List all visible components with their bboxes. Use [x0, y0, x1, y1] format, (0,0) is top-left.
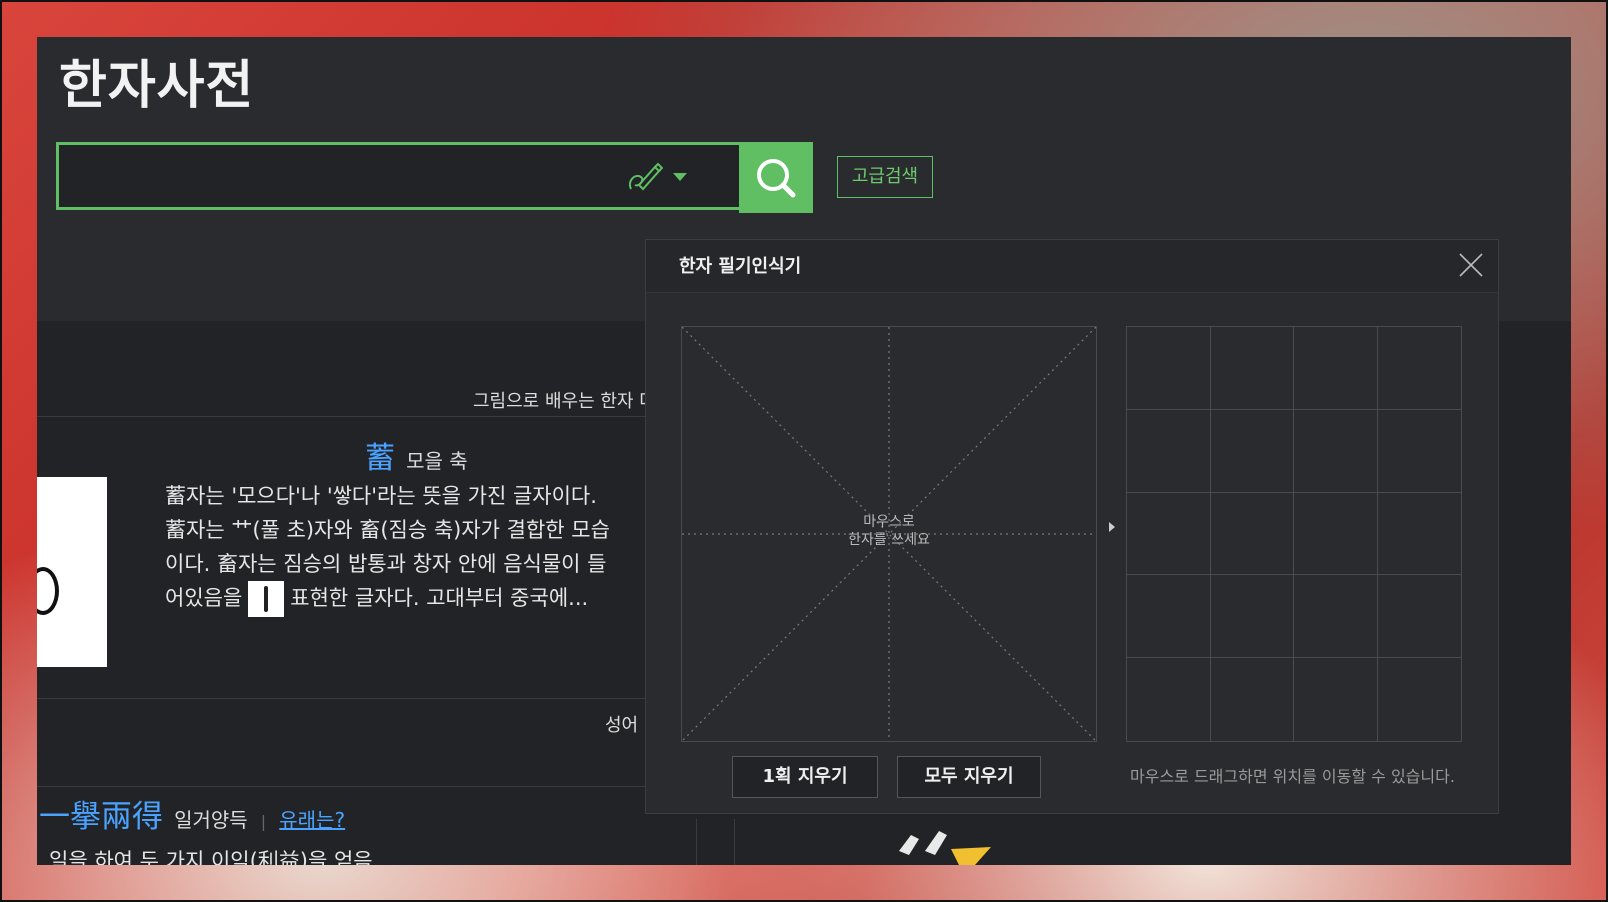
candidate-grid — [1126, 326, 1462, 742]
canvas-hint-line: 한자를 쓰세요 — [848, 532, 930, 548]
illustration-image — [899, 831, 991, 865]
hanja-title: 蓄 모을 축 — [365, 433, 468, 477]
candidate-cell[interactable] — [1127, 492, 1211, 576]
divider — [37, 786, 737, 787]
idiom-origin-link[interactable]: 유래는? — [279, 808, 345, 832]
arrow-right-icon — [1109, 522, 1115, 532]
candidate-cell[interactable] — [1378, 658, 1462, 741]
site-logo[interactable]: 한자사전 — [59, 43, 254, 118]
candidate-cell[interactable] — [1294, 575, 1378, 659]
canvas-hint: 마우스로 한자를 쓰세요 — [682, 513, 1096, 549]
candidate-cell[interactable] — [1294, 409, 1378, 493]
panel-header[interactable]: 한자 필기인식기 — [646, 240, 1498, 293]
candidate-cell[interactable] — [1127, 658, 1211, 741]
divider — [37, 416, 737, 417]
clear-all-button[interactable]: 모두 지우기 — [897, 756, 1041, 798]
divider — [696, 819, 697, 865]
panel-title: 한자 필기인식기 — [679, 256, 802, 277]
idiom-reading: 일거양득 — [174, 808, 248, 832]
inline-glyph-image — [248, 581, 285, 617]
handwriting-icon[interactable] — [625, 159, 663, 195]
candidate-cell[interactable] — [1210, 575, 1294, 659]
canvas-hint-line: 마우스로 — [863, 514, 915, 530]
search-input[interactable] — [69, 153, 593, 199]
candidate-cell[interactable] — [1377, 327, 1461, 410]
hanja-image[interactable] — [37, 477, 107, 667]
hanja-image-drawing — [37, 567, 59, 615]
section-title-picture-hanja[interactable]: 그림으로 배우는 한자 다 — [473, 387, 656, 413]
candidate-cell[interactable] — [1127, 575, 1211, 659]
candidate-cell[interactable] — [1377, 575, 1461, 659]
hanja-reading: 모을 축 — [406, 449, 468, 473]
candidate-cell[interactable] — [1210, 492, 1294, 576]
idiom-chars-link[interactable]: 一擧兩得 — [39, 799, 163, 835]
drawing-canvas[interactable]: 마우스로 한자를 쓰세요 — [681, 326, 1097, 742]
divider — [734, 819, 735, 865]
candidate-cell[interactable] — [1377, 493, 1461, 576]
candidate-cell[interactable] — [1294, 492, 1378, 576]
separator: | — [260, 812, 267, 831]
candidate-cell[interactable] — [1127, 409, 1211, 493]
search-button[interactable] — [739, 142, 813, 213]
chevron-down-icon[interactable] — [673, 173, 687, 181]
description-text: 표현한 글자다. 고대부터 중국에... — [290, 586, 589, 610]
divider — [37, 698, 737, 699]
candidate-cell[interactable] — [1294, 658, 1378, 741]
candidate-cell[interactable] — [1210, 327, 1294, 410]
search-box — [56, 142, 776, 210]
handwriting-recognizer-panel[interactable]: 한자 필기인식기 마우스로 한자를 쓰세요 1획 지우기 모두 지우기 마우스로… — [645, 239, 1499, 814]
candidate-cell[interactable] — [1294, 327, 1378, 410]
search-icon — [757, 159, 796, 198]
idiom-description: 일을 하여 두 가지 이익(利益)을 얻음 — [49, 849, 373, 865]
candidate-cell[interactable] — [1210, 409, 1294, 493]
candidate-cell[interactable] — [1377, 410, 1461, 493]
advanced-search-button[interactable]: 고급검색 — [837, 156, 933, 198]
candidate-cell[interactable] — [1211, 658, 1294, 741]
close-icon[interactable] — [1456, 250, 1486, 280]
drag-hint: 마우스로 드래그하면 위치를 이동할 수 있습니다. — [1130, 767, 1455, 786]
description-text: 어있음을 — [165, 586, 243, 610]
idiom-title: 一擧兩得 일거양득 | 유래는? — [39, 791, 345, 836]
hanja-char-link[interactable]: 蓄 — [365, 441, 395, 476]
candidate-cell[interactable] — [1127, 327, 1211, 410]
undo-stroke-button[interactable]: 1획 지우기 — [732, 756, 878, 798]
